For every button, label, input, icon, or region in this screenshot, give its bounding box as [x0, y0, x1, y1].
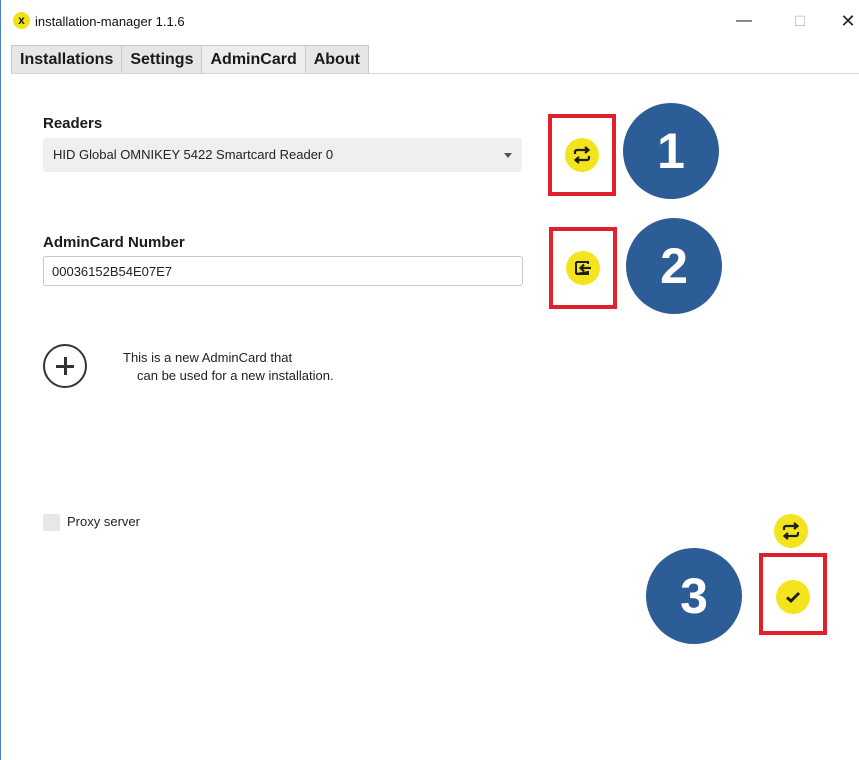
callout-badge-1: 1 — [623, 103, 719, 199]
status-line-1: This is a new AdminCard that — [123, 350, 293, 365]
admincard-status-text: This is a new AdminCard that can be used… — [123, 349, 383, 385]
plus-circle-icon — [43, 344, 87, 388]
proxy-server-checkbox[interactable] — [43, 514, 60, 531]
refresh-icon — [782, 522, 800, 540]
tab-settings[interactable]: Settings — [121, 45, 203, 74]
refresh-readers-button[interactable] — [565, 138, 599, 172]
chevron-down-icon — [504, 153, 512, 158]
close-button[interactable]: ✕ — [833, 9, 859, 33]
reset-button[interactable] — [774, 514, 808, 548]
readers-select[interactable]: HID Global OMNIKEY 5422 Smartcard Reader… — [43, 138, 522, 172]
readers-selected-value: HID Global OMNIKEY 5422 Smartcard Reader… — [53, 147, 334, 162]
tab-bar: Installations Settings AdminCard About — [11, 45, 369, 74]
refresh-icon — [573, 146, 591, 164]
proxy-server-label: Proxy server — [67, 514, 140, 529]
tab-divider — [11, 73, 859, 74]
readers-label: Readers — [43, 115, 103, 132]
app-window: x installation-manager 1.1.6 — ☐ ✕ Insta… — [0, 0, 859, 760]
status-line-2: can be used for a new installation. — [137, 368, 334, 383]
checkmark-icon — [786, 591, 801, 604]
app-logo-icon: x — [13, 12, 30, 29]
tab-about[interactable]: About — [304, 45, 369, 74]
confirm-button[interactable] — [776, 580, 810, 614]
admincard-number-label: AdminCard Number — [43, 234, 185, 251]
read-admincard-button[interactable] — [566, 251, 600, 285]
maximize-button[interactable]: ☐ — [785, 9, 815, 33]
title-bar: x installation-manager 1.1.6 — ☐ ✕ — [1, 0, 859, 44]
admincard-number-field[interactable] — [43, 256, 523, 286]
tab-admincard[interactable]: AdminCard — [201, 45, 306, 74]
window-title: installation-manager 1.1.6 — [35, 14, 185, 29]
minimize-button[interactable]: — — [729, 9, 759, 33]
callout-badge-2: 2 — [626, 218, 722, 314]
callout-badge-3: 3 — [646, 548, 742, 644]
tab-installations[interactable]: Installations — [11, 45, 123, 74]
import-card-icon — [575, 261, 591, 275]
